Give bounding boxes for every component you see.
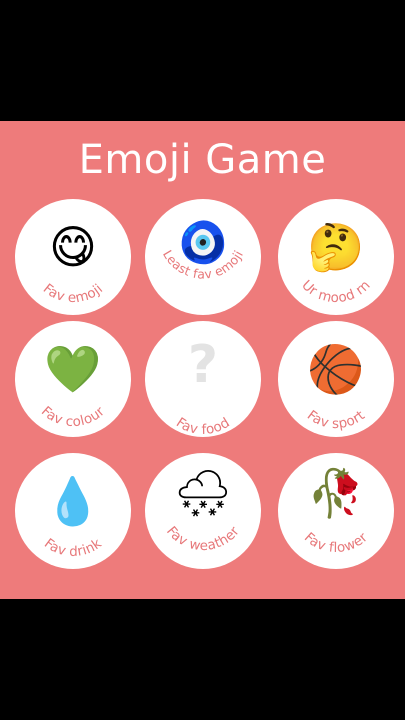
emoji-game-board: Emoji Game Fav emoji 😋 Least fav emoji 🧿… — [0, 121, 405, 599]
tile-fav-food[interactable]: Fav food ? — [145, 321, 261, 437]
video-frame: Emoji Game Fav emoji 😋 Least fav emoji 🧿… — [0, 0, 405, 720]
svg-text:Fav colour: Fav colour — [38, 403, 108, 430]
wilted-flower-icon: 🥀 — [307, 466, 365, 520]
tile-label: Fav weather — [163, 523, 243, 554]
face-savoring-food-icon: 😋 — [49, 220, 97, 274]
tile-label: Ur mood rn — [298, 277, 373, 306]
svg-text:Fav flower: Fav flower — [301, 529, 371, 556]
tile-label: Fav food — [173, 415, 232, 437]
svg-text:Fav weather: Fav weather — [163, 523, 243, 554]
nazar-amulet-icon: 🧿 — [178, 220, 228, 266]
page-title: Emoji Game — [78, 137, 327, 183]
basketball-icon: 🏀 — [307, 342, 365, 396]
tile-ur-mood-rn[interactable]: Ur mood rn 🤔 — [278, 199, 394, 315]
svg-text:Fav drink: Fav drink — [41, 535, 105, 560]
tile-label: Fav sport — [304, 407, 368, 432]
svg-text:Fav emoji: Fav emoji — [40, 281, 106, 307]
svg-text:Ur mood rn: Ur mood rn — [298, 277, 373, 306]
svg-text:Fav food: Fav food — [173, 415, 233, 437]
tile-label: Fav drink — [41, 535, 104, 560]
tile-least-fav-emoji[interactable]: Least fav emoji 🧿 — [145, 199, 261, 315]
tile-fav-sport[interactable]: Fav sport 🏀 — [278, 321, 394, 437]
green-heart-icon: 💚 — [44, 342, 102, 396]
tile-fav-colour[interactable]: Fav colour 💚 — [15, 321, 131, 437]
tile-label: Fav flower — [301, 529, 371, 556]
tile-fav-flower[interactable]: Fav flower 🥀 — [278, 453, 394, 569]
tile-label: Fav colour — [38, 403, 108, 430]
droplet-icon: 💧 — [44, 474, 102, 528]
svg-text:Fav sport: Fav sport — [304, 407, 368, 432]
tile-fav-drink[interactable]: Fav drink 💧 — [15, 453, 131, 569]
tile-fav-weather[interactable]: Fav weather 🌨 — [145, 453, 261, 569]
thinking-face-icon: 🤔 — [307, 220, 365, 274]
tile-label: Fav emoji — [40, 281, 106, 307]
question-mark-icon: ? — [187, 335, 219, 395]
snow-cloud-icon: 🌨 — [173, 466, 233, 520]
tile-fav-emoji[interactable]: Fav emoji 😋 — [15, 199, 131, 315]
